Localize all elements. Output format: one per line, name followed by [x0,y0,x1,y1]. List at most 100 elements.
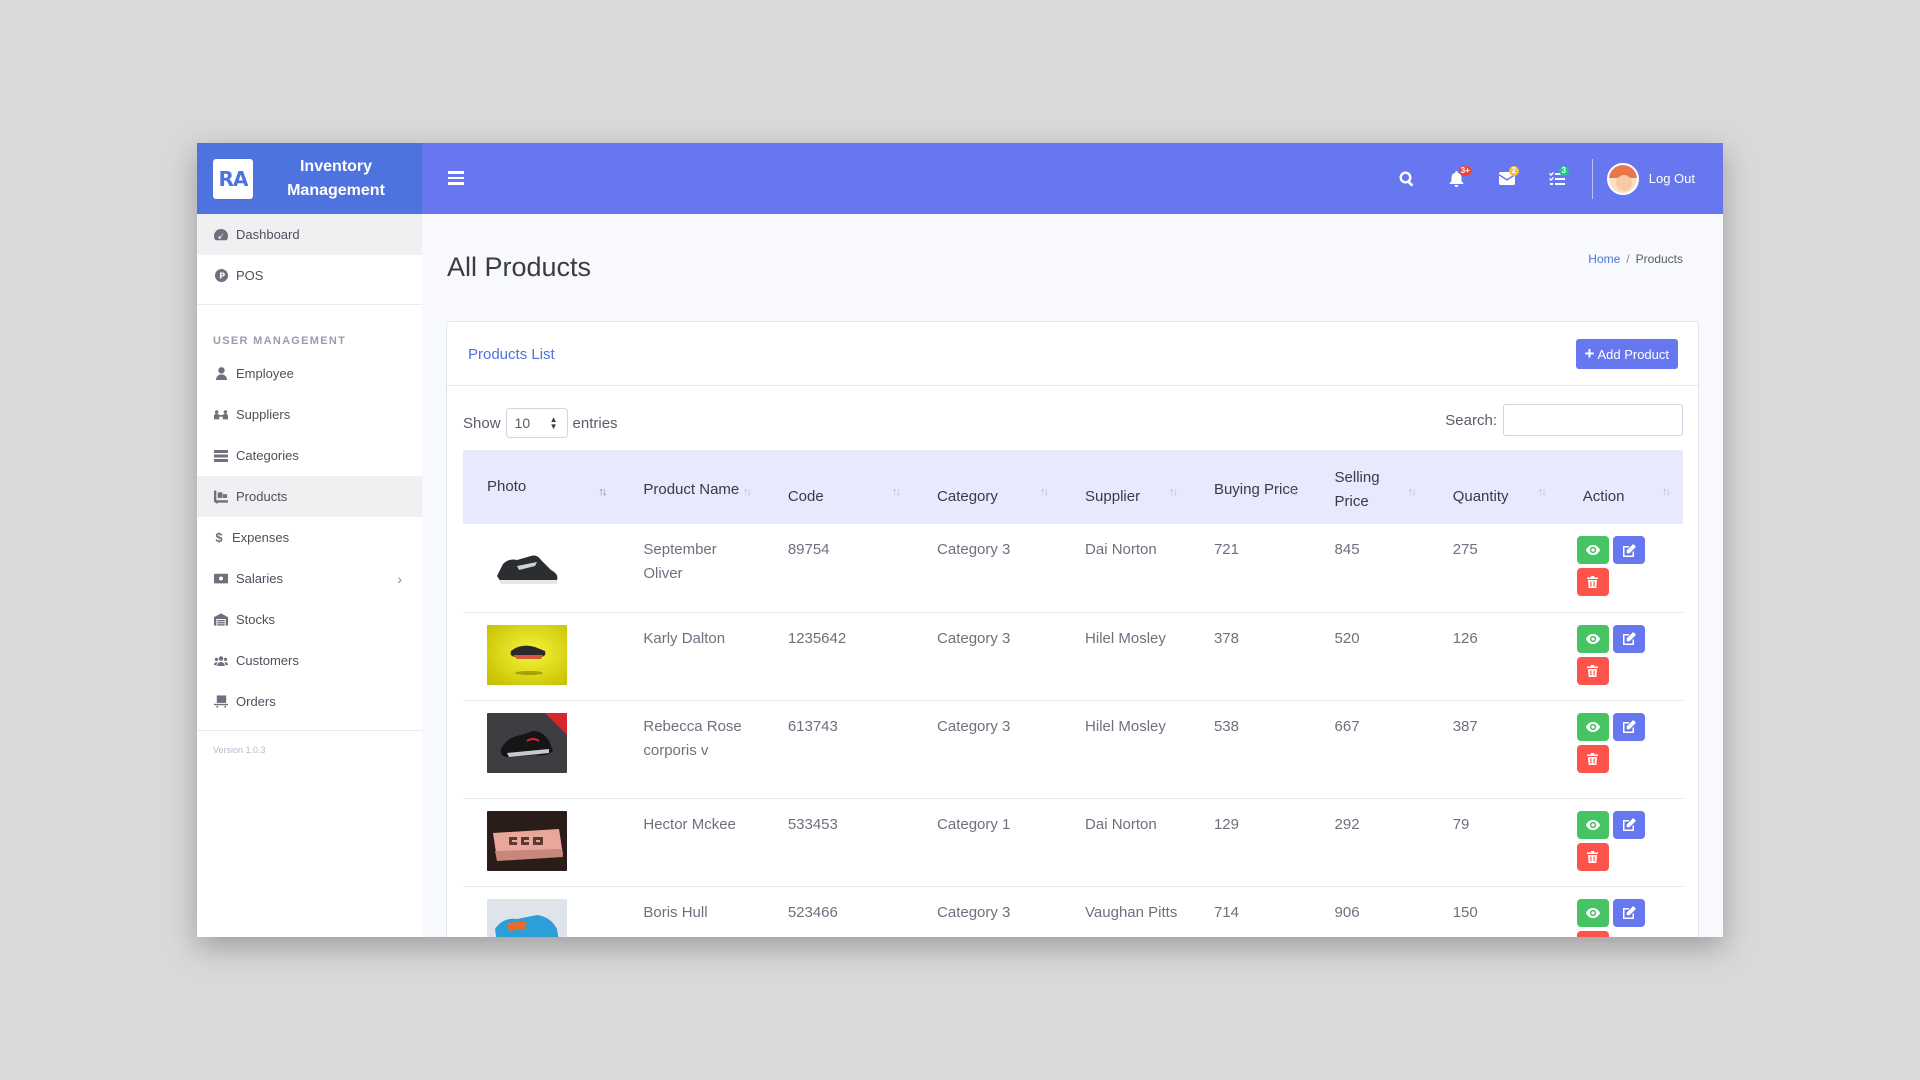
edit-button[interactable] [1612,536,1645,564]
buying-price-cell: 378 [1189,612,1311,701]
action-cell [1558,524,1683,613]
products-card: Products List + Add Product Show 10 ▲ ▼ e… [446,321,1699,937]
add-product-button[interactable]: + Add Product [1575,339,1678,369]
logout-link[interactable]: Log Out [1649,171,1695,186]
product-name-cell: September Oliver [619,524,764,613]
header-product-name[interactable]: Product Name ↑↓ [619,450,763,524]
delete-button[interactable] [1576,568,1609,596]
sidebar-item-salaries[interactable]: Salaries › [197,558,422,599]
brand[interactable]: RA Inventory Management [197,143,422,214]
sidebar-item-label: Orders [236,694,276,709]
table-row: Boris Hull 523466 Category 3 Vaughan Pit… [463,886,1683,937]
edit-icon [1622,818,1636,831]
entries-select[interactable]: 10 ▲ ▼ [505,408,568,438]
breadcrumb-separator: / [1626,252,1630,266]
search-label: Search: [1445,411,1497,429]
sidebar-item-pos[interactable]: P POS [197,255,422,296]
quantity-cell: 150 [1428,886,1559,937]
eye-icon [1585,907,1600,918]
code-cell: 533453 [763,798,914,887]
header-photo[interactable]: Photo ↑↓ [463,450,619,524]
breadcrumb-home-link[interactable]: Home [1588,252,1620,266]
view-button[interactable] [1576,536,1609,564]
trash-icon [1587,664,1599,677]
messages-button[interactable]: 2 [1482,143,1532,214]
sort-icon: ↑↓ [598,486,607,498]
brand-title: Inventory Management [287,157,385,199]
sidebar-item-orders[interactable]: Orders [197,681,422,722]
search-button[interactable] [1382,143,1432,214]
sidebar-item-label: Expenses [232,530,290,545]
search-input[interactable] [1503,404,1683,436]
product-name-cell: Boris Hull [619,886,764,937]
delete-button[interactable] [1576,930,1609,937]
sidebar-item-expenses[interactable]: $ Expenses [197,517,422,558]
code-cell: 613743 [763,700,914,799]
action-cell [1558,700,1683,799]
messages-badge: 2 [1508,166,1519,176]
tasks-button[interactable]: 3 [1532,143,1582,214]
chevron-right-icon[interactable]: › [397,571,402,587]
header-action[interactable]: Action ↑↓ [1559,450,1683,524]
category-cell: Category 3 [913,886,1062,937]
user-menu[interactable]: Log Out [1606,143,1723,214]
tasks-badge: 3 [1558,166,1569,176]
notifications-button[interactable]: 3+ [1432,143,1482,214]
edit-button[interactable] [1612,712,1645,741]
edit-button[interactable] [1612,624,1645,653]
sort-icon: ↑↓ [1662,486,1671,498]
view-button[interactable] [1576,898,1609,927]
photo-cell [463,700,620,799]
header-category[interactable]: Category ↑↓ [913,450,1061,524]
sidebar-toggle-icon[interactable] [448,165,468,189]
sidebar-item-suppliers[interactable]: Suppliers [197,394,422,435]
delete-button[interactable] [1576,842,1609,871]
selling-price-cell: 845 [1310,524,1429,613]
delete-button[interactable] [1576,744,1609,773]
sort-icon: ↑↓ [1168,486,1178,498]
sidebar-item-employee[interactable]: Employee [197,353,422,394]
category-cell: Category 1 [913,798,1062,887]
view-button[interactable] [1576,810,1609,839]
header-buying-price[interactable]: Buying Price ↑↓ [1190,450,1311,524]
header-quantity[interactable]: Quantity ↑↓ [1429,450,1559,524]
sidebar-item-products[interactable]: Products [197,476,422,517]
code-cell: 523466 [763,886,914,937]
photo-cell [463,612,620,701]
sort-icon: ↑↓ [1537,486,1547,498]
buying-price-cell: 721 [1189,524,1311,613]
sort-icon: ↑↓ [742,486,752,498]
table-controls: Show 10 ▲ ▼ entries Search: [463,404,1683,438]
search-control: Search: [1445,404,1683,436]
view-button[interactable] [1576,712,1609,741]
edit-icon [1622,632,1636,645]
sidebar-item-dashboard[interactable]: Dashboard [197,214,422,255]
sort-icon: ↑↓ [1040,486,1049,498]
select-arrows-icon: ▲ ▼ [549,415,558,431]
product-photo [487,712,567,773]
sidebar-item-customers[interactable]: Customers [197,640,422,681]
notifications-badge: 3+ [1458,166,1472,176]
photo-cell [463,886,620,937]
selling-price-cell: 520 [1310,612,1429,701]
header-code[interactable]: Code ↑↓ [764,450,913,524]
version-label: Version 1.0.3 [213,745,266,755]
delete-button[interactable] [1576,656,1609,685]
view-button[interactable] [1576,624,1609,653]
sidebar-item-stocks[interactable]: Stocks [197,599,422,640]
sidebar-divider [197,730,422,731]
sidebar-item-label: POS [236,268,264,283]
header-supplier[interactable]: Supplier ↑↓ [1061,450,1190,524]
header-selling-price[interactable]: Selling Price ↑↓ [1311,450,1429,524]
quantity-cell: 79 [1428,798,1559,887]
sidebar-item-categories[interactable]: Categories [197,435,422,476]
sidebar-item-label: Salaries [236,571,283,586]
category-cell: Category 3 [913,700,1062,799]
sidebar-item-label: Suppliers [236,407,291,422]
edit-button[interactable] [1612,810,1645,839]
quantity-cell: 126 [1428,612,1559,701]
eye-icon [1585,721,1600,732]
app-window: RA Inventory Management 3+ 2 3 Log Out D… [197,143,1723,937]
edit-button[interactable] [1612,898,1645,927]
code-cell: 1235642 [763,612,914,701]
